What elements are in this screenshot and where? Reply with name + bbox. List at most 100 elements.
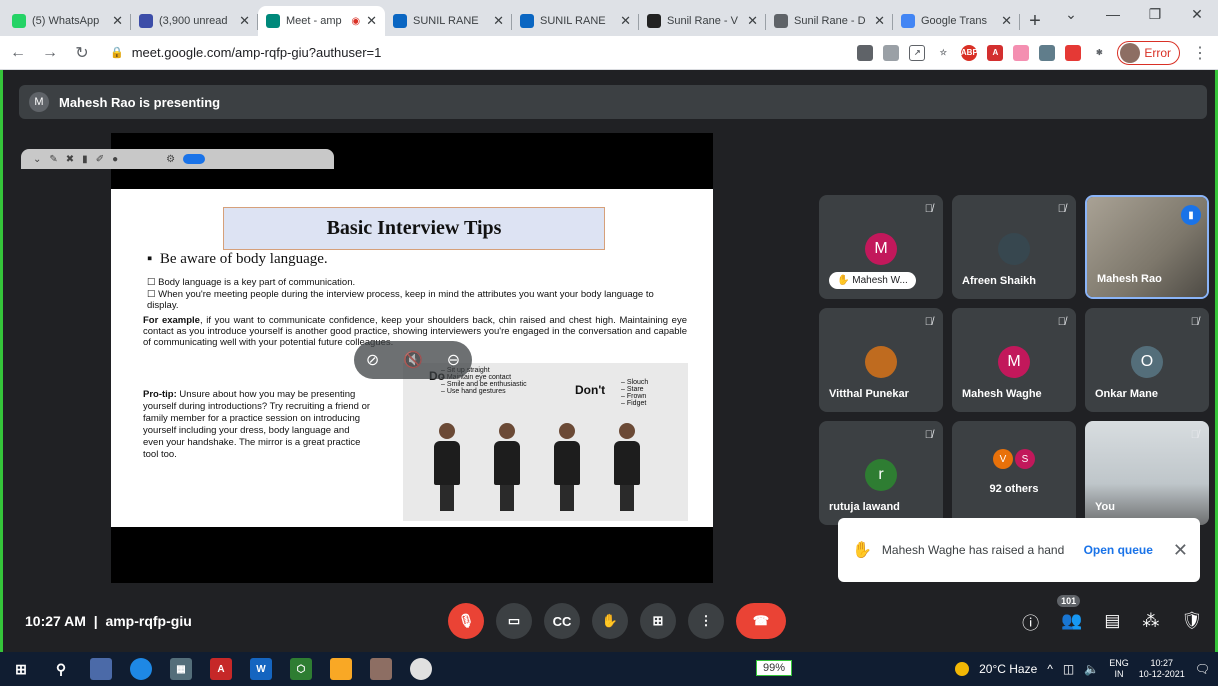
- tab-6[interactable]: Sunil Rane - D ✕: [766, 6, 893, 36]
- url-input[interactable]: 🔒 meet.google.com/amp-rqfp-giu?authuser=…: [104, 40, 824, 66]
- avatar: r: [865, 459, 897, 491]
- close-tab-icon[interactable]: ✕: [620, 13, 631, 29]
- mic-blocked-icon[interactable]: [883, 44, 900, 61]
- new-tab-button[interactable]: +: [1020, 6, 1050, 36]
- calculator-icon[interactable]: ▦: [170, 658, 192, 680]
- tab-5[interactable]: Sunil Rane - V ✕: [639, 6, 766, 36]
- chevron-up-icon[interactable]: ^: [1047, 662, 1053, 676]
- search-icon[interactable]: ⚲: [50, 658, 72, 680]
- back-button[interactable]: ←: [8, 44, 28, 62]
- more-options-button[interactable]: ⋮: [688, 603, 724, 639]
- close-tab-icon[interactable]: ✕: [1001, 13, 1012, 29]
- mic-off-button[interactable]: 🎙: [448, 603, 484, 639]
- edge-icon[interactable]: [130, 658, 152, 680]
- close-tab-icon[interactable]: ✕: [747, 13, 758, 29]
- volume-off-icon[interactable]: 🔇: [403, 350, 423, 370]
- tab-search-icon[interactable]: ⌄: [1050, 0, 1092, 28]
- raise-hand-button[interactable]: ✋: [592, 603, 628, 639]
- tab-4[interactable]: SUNIL RANE ✕: [512, 6, 639, 36]
- word-icon[interactable]: W: [250, 658, 272, 680]
- close-tab-icon[interactable]: ✕: [239, 13, 250, 29]
- extension-icon[interactable]: [1013, 44, 1030, 61]
- close-tab-icon[interactable]: ✕: [366, 13, 377, 29]
- pen-icon[interactable]: ✎: [49, 154, 57, 165]
- captions-button[interactable]: CC: [544, 603, 580, 639]
- close-window-button[interactable]: ✕: [1176, 0, 1218, 28]
- camera-icon[interactable]: [857, 44, 874, 61]
- start-icon[interactable]: ⊞: [10, 658, 32, 680]
- minimize-button[interactable]: —: [1092, 0, 1134, 28]
- close-tab-icon[interactable]: ✕: [112, 13, 123, 29]
- linkedin-icon: [520, 14, 534, 28]
- toggle-switch[interactable]: [183, 154, 206, 164]
- puzzle-icon[interactable]: ✱: [1091, 44, 1108, 61]
- highlighter-icon[interactable]: ▮: [82, 154, 88, 165]
- share-icon[interactable]: ↗: [909, 44, 926, 61]
- battery-indicator[interactable]: 99%: [756, 660, 793, 676]
- forward-button[interactable]: →: [40, 44, 60, 62]
- info-icon[interactable]: ⓘ: [1022, 609, 1039, 634]
- tab-0[interactable]: (5) WhatsApp ✕: [4, 6, 131, 36]
- participant-tile[interactable]: V S 92 others: [952, 421, 1076, 525]
- close-tab-icon[interactable]: ✕: [874, 13, 885, 29]
- close-tab-icon[interactable]: ✕: [493, 13, 504, 29]
- app-icon[interactable]: [370, 658, 392, 680]
- meeting-info: 10:27 AM | amp-rqfp-giu: [25, 613, 192, 629]
- tab-3[interactable]: SUNIL RANE ✕: [385, 6, 512, 36]
- participant-tile[interactable]: ▮ Mahesh Rao: [1085, 195, 1209, 299]
- camera-button[interactable]: ▭: [496, 603, 532, 639]
- participant-tile[interactable]: 🎙̸ Vitthal Punekar: [819, 308, 943, 412]
- pdf-icon[interactable]: A: [987, 44, 1004, 61]
- leave-call-button[interactable]: ☎: [736, 603, 786, 639]
- mic-off-icon: 🎙̸: [924, 316, 933, 328]
- weather-text[interactable]: 20°C Haze: [979, 662, 1037, 676]
- activities-icon[interactable]: ⁂: [1142, 611, 1159, 631]
- minimize-icon[interactable]: ⊖: [447, 350, 460, 370]
- presentation-stage[interactable]: Basic Interview Tips ▪ Be aware of body …: [111, 133, 713, 583]
- volume-icon[interactable]: 🔈: [1084, 662, 1099, 676]
- eraser-icon[interactable]: ✖: [66, 154, 74, 165]
- participant-tile[interactable]: r 🎙̸ rutuja lawand: [819, 421, 943, 525]
- host-controls-icon[interactable]: 🛡: [1181, 611, 1203, 631]
- notifications-icon[interactable]: 🗨: [1195, 662, 1210, 676]
- clock[interactable]: 10:27 10-12-2021: [1139, 658, 1185, 680]
- app-icon[interactable]: [90, 658, 112, 680]
- language-indicator[interactable]: ENG IN: [1109, 658, 1129, 680]
- chrome-icon[interactable]: [410, 658, 432, 680]
- profile-error-button[interactable]: Error: [1117, 40, 1180, 65]
- open-queue-button[interactable]: Open queue: [1084, 543, 1153, 557]
- extension-icon[interactable]: [1065, 44, 1082, 61]
- chat-icon[interactable]: ▤: [1104, 611, 1120, 631]
- participant-tile[interactable]: M 🎙̸ ✋ Mahesh W...: [819, 195, 943, 299]
- marker-icon[interactable]: ✐: [96, 154, 104, 165]
- people-button[interactable]: 101 👥: [1057, 595, 1082, 631]
- menu-icon[interactable]: ⋮: [1190, 43, 1210, 63]
- app-icon[interactable]: ⬡: [290, 658, 312, 680]
- participant-tile[interactable]: O 🎙̸ Onkar Mane: [1085, 308, 1209, 412]
- participant-tile[interactable]: 🎙̸ Afreen Shaikh: [952, 195, 1076, 299]
- participant-name: rutuja lawand: [829, 501, 900, 513]
- star-icon[interactable]: ☆: [935, 44, 952, 61]
- tab-2[interactable]: Meet - amp ◉ ✕: [258, 6, 385, 36]
- restore-button[interactable]: ❐: [1134, 0, 1176, 28]
- acrobat-icon[interactable]: A: [210, 658, 232, 680]
- participant-tile[interactable]: 🎙̸ You: [1085, 421, 1209, 525]
- network-icon[interactable]: ◫: [1063, 662, 1074, 676]
- participant-name: 92 others: [989, 483, 1039, 495]
- tab-7[interactable]: Google Trans ✕: [893, 6, 1020, 36]
- abp-icon[interactable]: ABP: [961, 44, 978, 61]
- settings-icon[interactable]: ⚙: [166, 154, 175, 165]
- reload-button[interactable]: ↻: [72, 43, 92, 63]
- file-explorer-icon[interactable]: [330, 658, 352, 680]
- tab-1[interactable]: (3,900 unread ✕: [131, 6, 258, 36]
- slide-bullet: ☐ When you're meeting people during the …: [147, 289, 654, 311]
- extension-icon[interactable]: [1039, 44, 1056, 61]
- close-icon[interactable]: ✕: [1173, 540, 1188, 561]
- annotation-toolbar[interactable]: ⌄ ✎ ✖ ▮ ✐ ● ⚙: [21, 149, 334, 169]
- color-icon[interactable]: ●: [112, 154, 118, 165]
- chevron-down-icon[interactable]: ⌄: [33, 154, 41, 165]
- participant-tile[interactable]: M 🎙̸ Mahesh Waghe: [952, 308, 1076, 412]
- tab-title: Sunil Rane - V: [667, 15, 738, 27]
- mic-off-icon[interactable]: ⊘: [366, 350, 379, 370]
- present-button[interactable]: ⊞: [640, 603, 676, 639]
